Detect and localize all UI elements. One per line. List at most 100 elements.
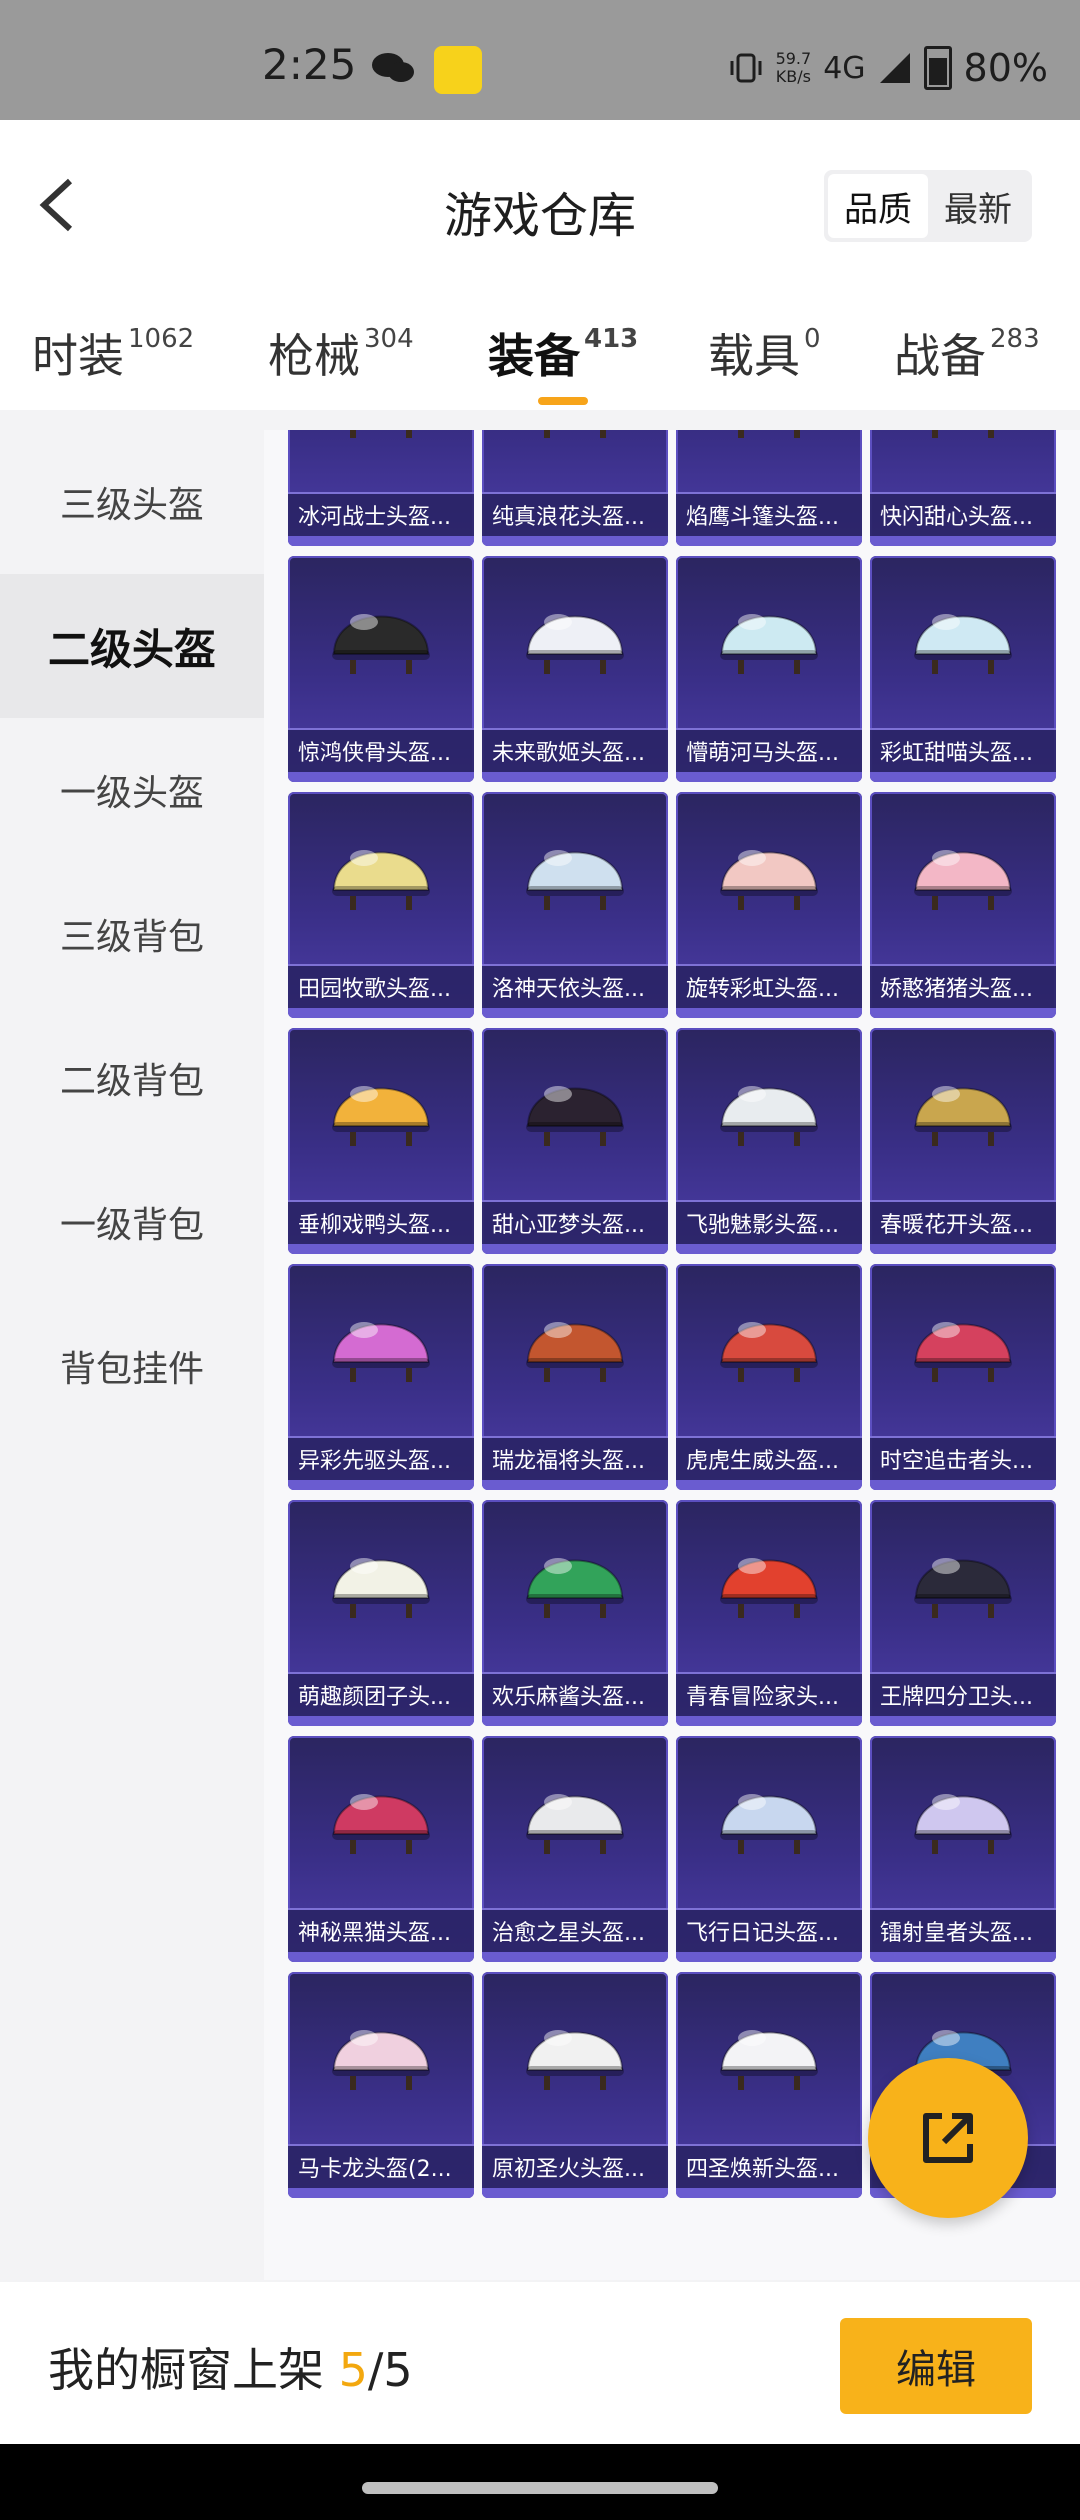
helmet-image <box>914 850 1012 910</box>
quality-bar <box>676 1480 862 1490</box>
item-card[interactable]: 时空追击者头... <box>870 1264 1056 1490</box>
showcase-separator: / <box>367 2343 384 2397</box>
quality-bar <box>482 1244 668 1254</box>
quality-bar <box>676 1244 862 1254</box>
tab-count: 1062 <box>128 324 195 354</box>
item-card[interactable]: 欢乐麻酱头盔... <box>482 1500 668 1726</box>
helmet-image <box>914 1794 1012 1854</box>
quality-bar <box>870 772 1056 782</box>
quality-bar <box>482 1480 668 1490</box>
sidebar-item-level2-helmet[interactable]: 二级头盔 <box>0 574 264 718</box>
item-name: 焰鹰斗篷头盔... <box>676 492 862 536</box>
item-name: 飞行日记头盔... <box>676 1908 862 1952</box>
helmet-image <box>332 1794 430 1854</box>
item-card[interactable]: 王牌四分卫头... <box>870 1500 1056 1726</box>
item-card[interactable]: 神秘黑猫头盔... <box>288 1736 474 1962</box>
item-name: 彩虹甜喵头盔... <box>870 728 1056 772</box>
tab-equipment[interactable]: 装备 413 <box>488 320 638 386</box>
quality-bar <box>676 1952 862 1962</box>
item-card[interactable]: 萌趣颜团子头... <box>288 1500 474 1726</box>
item-name: 春暖花开头盔... <box>870 1200 1056 1244</box>
item-card[interactable]: 飞驰魅影头盔... <box>676 1028 862 1254</box>
showcase-total-count: 5 <box>383 2343 413 2397</box>
network-speed-unit: KB/s <box>775 67 811 86</box>
item-card[interactable]: 洛神天依头盔... <box>482 792 668 1018</box>
navigation-bar <box>0 2444 1080 2520</box>
item-card[interactable]: 娇憨猪猪头盔... <box>870 792 1056 1018</box>
network-speed: 59.7 KB/s <box>776 50 812 86</box>
helmet-image <box>526 1558 624 1618</box>
tab-label: 战备 <box>894 329 986 383</box>
item-card[interactable]: 垂柳戏鸭头盔... <box>288 1028 474 1254</box>
helmet-image <box>932 430 994 438</box>
item-name: 萌趣颜团子头... <box>288 1672 474 1716</box>
tab-vehicles[interactable]: 载具 0 <box>708 320 821 386</box>
item-card[interactable]: 快闪甜心头盔... <box>870 430 1056 546</box>
tab-count: 0 <box>804 324 821 354</box>
tab-count: 413 <box>584 324 639 354</box>
tab-label: 时装 <box>32 329 124 383</box>
active-tab-indicator <box>538 397 588 405</box>
helmet-image <box>914 614 1012 674</box>
item-card[interactable]: 镭射皇者头盔... <box>870 1736 1056 1962</box>
item-card[interactable]: 虎虎生威头盔... <box>676 1264 862 1490</box>
item-card[interactable]: 四圣焕新头盔... <box>676 1972 862 2198</box>
item-card[interactable]: 异彩先驱头盔... <box>288 1264 474 1490</box>
helmet-image <box>526 1322 624 1382</box>
item-card[interactable]: 田园牧歌头盔... <box>288 792 474 1018</box>
item-card[interactable]: 飞行日记头盔... <box>676 1736 862 1962</box>
share-icon <box>923 2113 973 2163</box>
sidebar-item-level3-backpack[interactable]: 三级背包 <box>0 862 264 1006</box>
item-card[interactable]: 春暖花开头盔... <box>870 1028 1056 1254</box>
item-card[interactable]: 冰河战士头盔... <box>288 430 474 546</box>
helmet-image <box>332 1558 430 1618</box>
sidebar-item-backpack-pendant[interactable]: 背包挂件 <box>0 1294 264 1438</box>
item-card[interactable]: 原初圣火头盔... <box>482 1972 668 2198</box>
tab-count: 304 <box>364 324 414 354</box>
sort-newest-button[interactable]: 最新 <box>928 174 1028 238</box>
quality-bar <box>676 1716 862 1726</box>
status-right: 59.7 KB/s 4G 80% <box>728 46 1048 90</box>
tab-weapons[interactable]: 枪械 304 <box>268 320 414 386</box>
item-card[interactable]: 旋转彩虹头盔... <box>676 792 862 1018</box>
item-name: 旋转彩虹头盔... <box>676 964 862 1008</box>
sidebar-item-level2-backpack[interactable]: 二级背包 <box>0 1006 264 1150</box>
network-speed-value: 59.7 <box>775 49 812 68</box>
item-card[interactable]: 青春冒险家头... <box>676 1500 862 1726</box>
item-name: 未来歌姬头盔... <box>482 728 668 772</box>
item-card[interactable]: 焰鹰斗篷头盔... <box>676 430 862 546</box>
share-button[interactable] <box>868 2058 1028 2218</box>
tab-war-prep[interactable]: 战备 283 <box>894 320 1040 386</box>
edit-button[interactable]: 编辑 <box>840 2318 1032 2414</box>
item-name: 治愈之星头盔... <box>482 1908 668 1952</box>
sidebar-item-level1-backpack[interactable]: 一级背包 <box>0 1150 264 1294</box>
sidebar-item-level1-helmet[interactable]: 一级头盔 <box>0 718 264 862</box>
vibrate-icon <box>730 53 762 83</box>
item-card[interactable]: 瑞龙福将头盔... <box>482 1264 668 1490</box>
tab-fashion[interactable]: 时装 1062 <box>32 320 194 386</box>
tab-count: 283 <box>990 324 1040 354</box>
home-gesture-handle[interactable] <box>362 2482 718 2494</box>
helmet-image <box>738 430 800 438</box>
item-card[interactable]: 惊鸿侠骨头盔... <box>288 556 474 782</box>
helmet-image <box>526 2030 624 2090</box>
item-card[interactable]: 治愈之星头盔... <box>482 1736 668 1962</box>
item-name: 镭射皇者头盔... <box>870 1908 1056 1952</box>
item-card[interactable]: 彩虹甜喵头盔... <box>870 556 1056 782</box>
sidebar-item-level3-helmet[interactable]: 三级头盔 <box>0 430 264 574</box>
helmet-image <box>914 1322 1012 1382</box>
item-card[interactable]: 马卡龙头盔(2... <box>288 1972 474 2198</box>
sort-toggle: 品质 最新 <box>824 170 1032 242</box>
item-card[interactable]: 纯真浪花头盔... <box>482 430 668 546</box>
helmet-image <box>720 614 818 674</box>
helmet-image <box>332 1322 430 1382</box>
item-name: 洛神天依头盔... <box>482 964 668 1008</box>
sort-quality-button[interactable]: 品质 <box>828 174 928 238</box>
quality-bar <box>870 1480 1056 1490</box>
item-card[interactable]: 甜心亚梦头盔... <box>482 1028 668 1254</box>
sidebar: 三级头盔 二级头盔 一级头盔 三级背包 二级背包 一级背包 背包挂件 <box>0 430 264 2280</box>
item-card[interactable]: 未来歌姬头盔... <box>482 556 668 782</box>
quality-bar <box>288 536 474 546</box>
quality-bar <box>870 1952 1056 1962</box>
item-card[interactable]: 懵萌河马头盔... <box>676 556 862 782</box>
